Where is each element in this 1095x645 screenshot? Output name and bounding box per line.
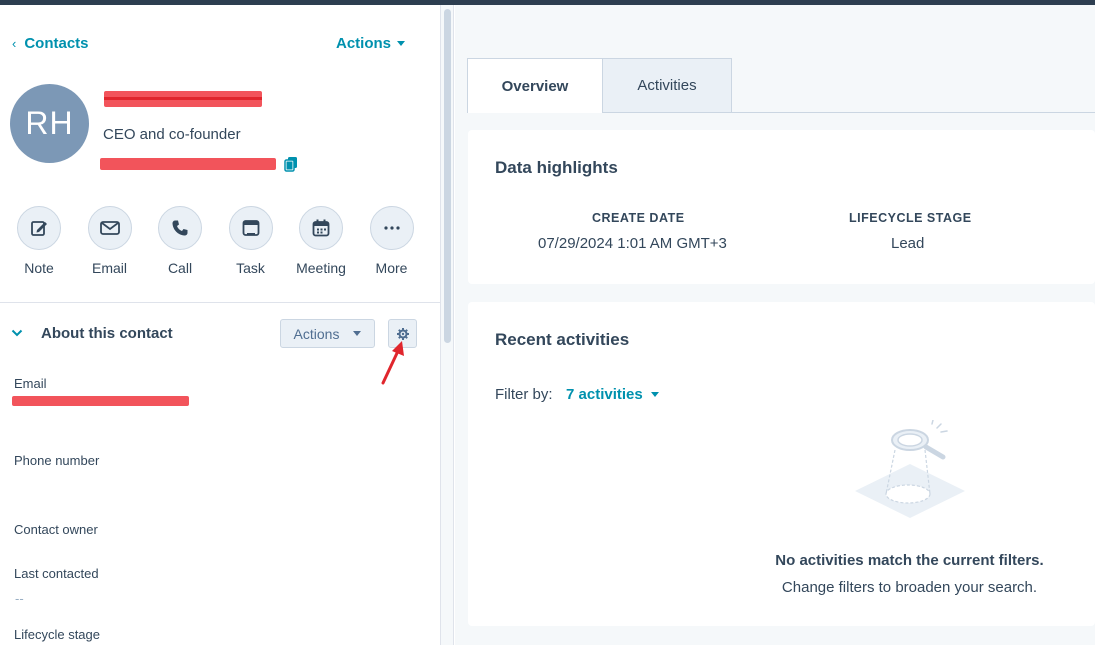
tab-overview[interactable]: Overview [467,58,603,113]
contact-email-redacted [100,158,276,170]
more-button[interactable]: More [369,206,441,276]
calendar-icon [312,219,330,237]
create-date-value: 07/29/2024 1:01 AM GMT+3 [538,235,727,252]
contact-sidebar: ‹ Contacts Actions RH CEO and co-founder… [0,5,440,645]
filter-by-label: Filter by: [495,386,553,403]
about-actions-dropdown[interactable]: Actions [280,319,375,348]
chevron-down-icon[interactable] [11,327,23,339]
record-tabs: Overview Activities [467,58,732,113]
phone-property-label: Phone number [14,453,100,468]
call-button[interactable]: Call [158,206,229,276]
call-label: Call [167,260,193,276]
lifecycle-property-label: Lifecycle stage [14,627,100,642]
avatar-initials: RH [25,105,74,141]
caret-down-icon [353,331,362,336]
note-icon [31,221,47,236]
about-contact-section-title[interactable]: About this contact [41,325,173,342]
annotation-arrow [381,341,404,385]
section-divider [0,302,440,303]
email-property-value-redacted[interactable] [12,396,189,406]
task-button[interactable]: Task [228,206,300,276]
create-date-label: CREATE DATE [592,211,685,225]
avatar[interactable]: RH [10,84,89,163]
about-actions-label: Actions [293,325,340,342]
meeting-button[interactable]: Meeting [296,206,370,276]
task-label: Task [236,260,265,276]
recent-activities-card: Recent activities Filter by: 7 activitie… [468,302,1095,626]
activities-filter-dropdown[interactable]: 7 activities [566,386,659,403]
actions-label: Actions [336,35,392,52]
contact-actions-dropdown[interactable]: Actions [336,35,406,52]
sidebar-scrollbar[interactable] [440,5,454,645]
more-icon [383,226,400,230]
last-contacted-property-value: -- [15,591,24,606]
caret-down-icon [650,392,659,397]
back-to-contacts-link[interactable]: ‹ Contacts [12,35,89,52]
empty-state-subtitle: Change filters to broaden your search. [781,579,1038,596]
recent-activities-title: Recent activities [495,330,630,349]
more-label: More [375,260,408,276]
record-main-panel: Overview Activities Data highlights CREA… [455,5,1095,645]
caret-down-icon [397,41,406,46]
email-label: Email [91,260,127,276]
email-icon [99,221,120,235]
task-icon [242,220,259,236]
copy-icon[interactable] [284,156,298,172]
contact-name-redacted [104,91,262,107]
scrollbar-thumb[interactable] [444,9,451,343]
lifecycle-stage-value: Lead [891,235,925,252]
note-label: Note [24,260,54,276]
chevron-left-icon: ‹ [12,36,17,51]
tabs-underline [732,112,1095,113]
back-link-label: Contacts [24,35,89,52]
gear-icon [396,327,409,340]
tab-activities[interactable]: Activities [603,58,732,113]
empty-state-title: No activities match the current filters. [775,552,1044,569]
data-highlights-title: Data highlights [495,158,618,177]
magnifier-illustration-icon [855,420,965,518]
quick-actions-bar: Note Email Call Task Meeting More [17,206,440,276]
filter-value-label: 7 activities [566,386,643,403]
email-property-label: Email [14,376,47,391]
meeting-label: Meeting [296,260,346,276]
contact-job-title[interactable]: CEO and co-founder [103,126,241,143]
lifecycle-stage-label: LIFECYCLE STAGE [849,211,972,225]
note-button[interactable]: Note [17,206,88,276]
email-button[interactable]: Email [87,206,159,276]
last-contacted-property-label: Last contacted [14,566,99,581]
data-highlights-card: Data highlights CREATE DATE 07/29/2024 1… [468,130,1095,284]
owner-property-label: Contact owner [14,522,98,537]
phone-icon [172,220,188,236]
